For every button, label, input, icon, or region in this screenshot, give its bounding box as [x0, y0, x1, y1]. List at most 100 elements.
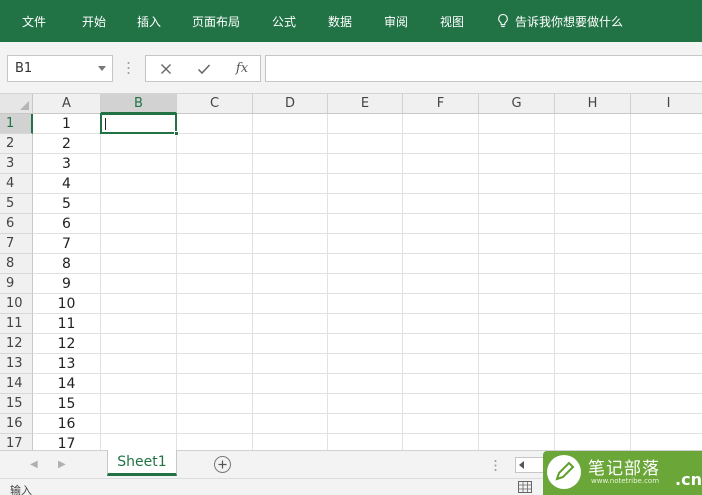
cell-e2[interactable] [328, 134, 403, 154]
cell-g7[interactable] [479, 234, 555, 254]
cell-b16[interactable] [101, 414, 177, 434]
cell-h5[interactable] [555, 194, 631, 214]
cell-d7[interactable] [253, 234, 328, 254]
cell-c4[interactable] [177, 174, 253, 194]
fill-handle[interactable] [174, 131, 179, 136]
tab-insert[interactable]: 插入 [137, 0, 161, 42]
cell-f11[interactable] [403, 314, 479, 334]
cell-g2[interactable] [479, 134, 555, 154]
cell-e6[interactable] [328, 214, 403, 234]
cell-h17[interactable] [555, 434, 631, 450]
cell-h3[interactable] [555, 154, 631, 174]
chevron-right-icon[interactable]: ▶ [58, 459, 66, 470]
row-header-13[interactable]: 13 [0, 354, 33, 374]
tab-data[interactable]: 数据 [328, 0, 352, 42]
cell-a5[interactable]: 5 [33, 194, 101, 214]
tab-page-layout[interactable]: 页面布局 [192, 0, 240, 42]
cell-b15[interactable] [101, 394, 177, 414]
tell-me-search[interactable]: 告诉我你想要做什么 [496, 0, 623, 42]
cell-e9[interactable] [328, 274, 403, 294]
cell-e17[interactable] [328, 434, 403, 450]
cell-d15[interactable] [253, 394, 328, 414]
cell-f9[interactable] [403, 274, 479, 294]
cell-a13[interactable]: 13 [33, 354, 101, 374]
cell-a11[interactable]: 11 [33, 314, 101, 334]
cell-g12[interactable] [479, 334, 555, 354]
cell-b13[interactable] [101, 354, 177, 374]
cell-c9[interactable] [177, 274, 253, 294]
column-header-b[interactable]: B [101, 94, 177, 114]
cell-d11[interactable] [253, 314, 328, 334]
cell-c13[interactable] [177, 354, 253, 374]
cell-h13[interactable] [555, 354, 631, 374]
cell-a6[interactable]: 6 [33, 214, 101, 234]
row-header-14[interactable]: 14 [0, 374, 33, 394]
cell-a2[interactable]: 2 [33, 134, 101, 154]
cell-b6[interactable] [101, 214, 177, 234]
cell-f12[interactable] [403, 334, 479, 354]
enter-button[interactable] [188, 56, 220, 81]
cell-i16[interactable] [631, 414, 702, 434]
cell-g1[interactable] [479, 114, 555, 134]
cell-i12[interactable] [631, 334, 702, 354]
cell-c8[interactable] [177, 254, 253, 274]
cell-i1[interactable] [631, 114, 702, 134]
cell-g11[interactable] [479, 314, 555, 334]
cell-a9[interactable]: 9 [33, 274, 101, 294]
row-header-15[interactable]: 15 [0, 394, 33, 414]
tab-home[interactable]: 开始 [82, 0, 106, 42]
row-header-2[interactable]: 2 [0, 134, 33, 154]
cell-i3[interactable] [631, 154, 702, 174]
cell-i10[interactable] [631, 294, 702, 314]
cell-b10[interactable] [101, 294, 177, 314]
cell-e7[interactable] [328, 234, 403, 254]
row-header-10[interactable]: 10 [0, 294, 33, 314]
cell-e8[interactable] [328, 254, 403, 274]
cell-f16[interactable] [403, 414, 479, 434]
cell-c11[interactable] [177, 314, 253, 334]
chevron-down-icon[interactable] [98, 66, 106, 71]
cell-g6[interactable] [479, 214, 555, 234]
row-header-5[interactable]: 5 [0, 194, 33, 214]
cell-g4[interactable] [479, 174, 555, 194]
row-header-12[interactable]: 12 [0, 334, 33, 354]
column-header-i[interactable]: I [631, 94, 702, 114]
cell-e11[interactable] [328, 314, 403, 334]
row-header-11[interactable]: 11 [0, 314, 33, 334]
row-header-6[interactable]: 6 [0, 214, 33, 234]
cell-d12[interactable] [253, 334, 328, 354]
cell-h1[interactable] [555, 114, 631, 134]
cell-e4[interactable] [328, 174, 403, 194]
insert-function-button[interactable]: fx [226, 56, 258, 81]
cell-b17[interactable] [101, 434, 177, 450]
cell-f4[interactable] [403, 174, 479, 194]
cell-d2[interactable] [253, 134, 328, 154]
column-header-g[interactable]: G [479, 94, 555, 114]
column-header-h[interactable]: H [555, 94, 631, 114]
cell-b3[interactable] [101, 154, 177, 174]
cell-i17[interactable] [631, 434, 702, 450]
row-header-9[interactable]: 9 [0, 274, 33, 294]
cell-b7[interactable] [101, 234, 177, 254]
cell-d13[interactable] [253, 354, 328, 374]
cell-i9[interactable] [631, 274, 702, 294]
cell-b11[interactable] [101, 314, 177, 334]
cell-h7[interactable] [555, 234, 631, 254]
cell-c10[interactable] [177, 294, 253, 314]
cell-d5[interactable] [253, 194, 328, 214]
cell-d1[interactable] [253, 114, 328, 134]
name-box[interactable]: B1 [7, 55, 113, 82]
cell-c1[interactable] [177, 114, 253, 134]
cell-a3[interactable]: 3 [33, 154, 101, 174]
cell-b12[interactable] [101, 334, 177, 354]
cell-b5[interactable] [101, 194, 177, 214]
drag-handle-icon[interactable] [494, 459, 497, 472]
tab-view[interactable]: 视图 [440, 0, 464, 42]
cell-c3[interactable] [177, 154, 253, 174]
cell-f8[interactable] [403, 254, 479, 274]
cell-f14[interactable] [403, 374, 479, 394]
row-header-16[interactable]: 16 [0, 414, 33, 434]
cell-i7[interactable] [631, 234, 702, 254]
cell-a14[interactable]: 14 [33, 374, 101, 394]
cell-g3[interactable] [479, 154, 555, 174]
